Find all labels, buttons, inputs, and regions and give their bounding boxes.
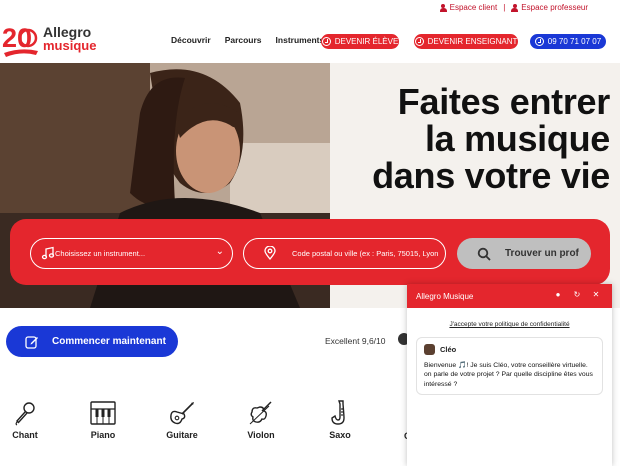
nav-label: Parcours — [224, 35, 262, 45]
rating-text: Excellent 9,6/10 — [325, 336, 386, 346]
instrument-select[interactable]: Choisissez un instrument... ⌄ — [30, 238, 233, 269]
guitar-icon — [170, 402, 194, 425]
become-teacher-label: DEVENIR ENSEIGNANT — [427, 37, 518, 46]
instrument-item-saxo[interactable]: Saxo — [315, 400, 365, 440]
hero-title: Faites entrer la musique dans votre vie — [372, 83, 610, 194]
instrument-item-piano[interactable]: Piano — [78, 400, 128, 440]
edit-icon — [25, 335, 38, 349]
instrument-label: Violon — [247, 430, 275, 440]
chat-widget: Allegro Musique ● ↻ ✕ J'accepte votre po… — [407, 284, 612, 466]
chat-message-card: Cléo Bienvenue 🎵! Je suis Cléo, votre co… — [416, 337, 603, 395]
nav-label: Découvrir — [171, 35, 211, 45]
privacy-policy-link[interactable]: J'accepte votre politique de confidentia… — [407, 321, 612, 328]
nav-item-instruments[interactable]: Instruments — [276, 35, 325, 45]
client-space-link[interactable]: Espace client — [439, 3, 498, 12]
phone-number: 09 70 71 07 07 — [547, 37, 602, 46]
anniversary-logo-icon: 20 — [2, 23, 38, 57]
chat-controls: ● ↻ ✕ — [554, 291, 600, 299]
person-icon[interactable]: ● — [554, 291, 562, 299]
start-now-button[interactable]: Commencer maintenant — [6, 326, 178, 357]
nav-item-parcours[interactable]: Parcours — [225, 35, 262, 45]
saxophone-icon — [331, 400, 345, 425]
chat-agent-name: Cléo — [440, 345, 457, 354]
become-student-label: DEVENIR ÉLÈVE — [334, 37, 399, 46]
avatar — [424, 344, 435, 355]
find-teacher-label: Trouver un prof — [505, 248, 579, 259]
find-teacher-button[interactable]: Trouver un prof — [457, 238, 591, 269]
person-icon — [511, 3, 519, 12]
site-logo[interactable]: 20 Allegro musique — [2, 20, 96, 58]
instrument-label: Saxo — [329, 430, 351, 440]
nav-label: Instruments — [275, 35, 325, 45]
client-space-label: Espace client — [449, 3, 498, 12]
instrument-label: Chant — [12, 430, 38, 440]
logo-line2: musique — [43, 38, 97, 53]
location-input-placeholder: Code postal ou ville (ex : Paris, 75015,… — [292, 249, 439, 258]
chat-message: Bienvenue 🎵! Je suis Cléo, votre conseil… — [424, 362, 593, 388]
hero-title-line2: la musique — [424, 118, 610, 159]
teacher-space-label: Espace professeur — [521, 3, 588, 12]
microphone-icon — [15, 402, 35, 426]
chevron-down-icon: ⌄ — [215, 246, 224, 257]
nav-item-decouvrir[interactable]: Découvrir — [171, 35, 211, 45]
teacher-space-link[interactable]: Espace professeur — [511, 3, 588, 12]
location-input[interactable]: Code postal ou ville (ex : Paris, 75015,… — [243, 238, 446, 269]
site-header: 20 Allegro musique Découvrir Parcours In… — [0, 14, 620, 64]
link-separator: | — [503, 3, 506, 12]
map-pin-icon — [264, 246, 276, 260]
phone-icon — [534, 37, 544, 46]
main-nav: Découvrir Parcours Instruments — [171, 35, 324, 45]
instrument-item-chant[interactable]: Chant — [0, 400, 50, 440]
start-now-label: Commencer maintenant — [52, 336, 166, 347]
person-icon — [439, 3, 447, 12]
piano-icon — [90, 401, 116, 425]
close-icon[interactable]: ✕ — [592, 291, 600, 299]
instrument-item-guitare[interactable]: Guitare — [157, 400, 207, 440]
chat-title: Allegro Musique — [416, 291, 474, 301]
clock-icon — [321, 37, 331, 46]
music-note-icon — [41, 246, 55, 260]
instrument-item-violon[interactable]: Violon — [236, 400, 286, 440]
become-student-button[interactable]: DEVENIR ÉLÈVE — [321, 34, 399, 49]
chat-agent: Cléo — [424, 344, 595, 355]
logo-wordmark: Allegro musique — [43, 25, 97, 53]
instrument-list: Chant Piano Guitare Violon Saxo — [0, 400, 420, 450]
account-links: Espace client | Espace professeur — [439, 3, 588, 12]
clock-icon — [414, 37, 424, 46]
become-teacher-button[interactable]: DEVENIR ENSEIGNANT — [414, 34, 518, 49]
hero-title-line1: Faites entrer — [397, 81, 611, 122]
logo-number: 20 — [2, 23, 32, 53]
instrument-label: Piano — [90, 430, 116, 440]
instrument-select-placeholder: Choisissez un instrument... — [55, 249, 146, 258]
instrument-label: Guitare — [166, 430, 198, 440]
violin-icon — [249, 401, 272, 425]
search-icon — [477, 247, 491, 261]
chat-header: Allegro Musique ● ↻ ✕ — [407, 284, 612, 308]
hero-title-line3: dans votre vie — [372, 155, 610, 196]
refresh-icon[interactable]: ↻ — [573, 291, 581, 299]
phone-button[interactable]: 09 70 71 07 07 — [530, 34, 606, 49]
teacher-search-form: Choisissez un instrument... ⌄ Code posta… — [10, 219, 610, 285]
